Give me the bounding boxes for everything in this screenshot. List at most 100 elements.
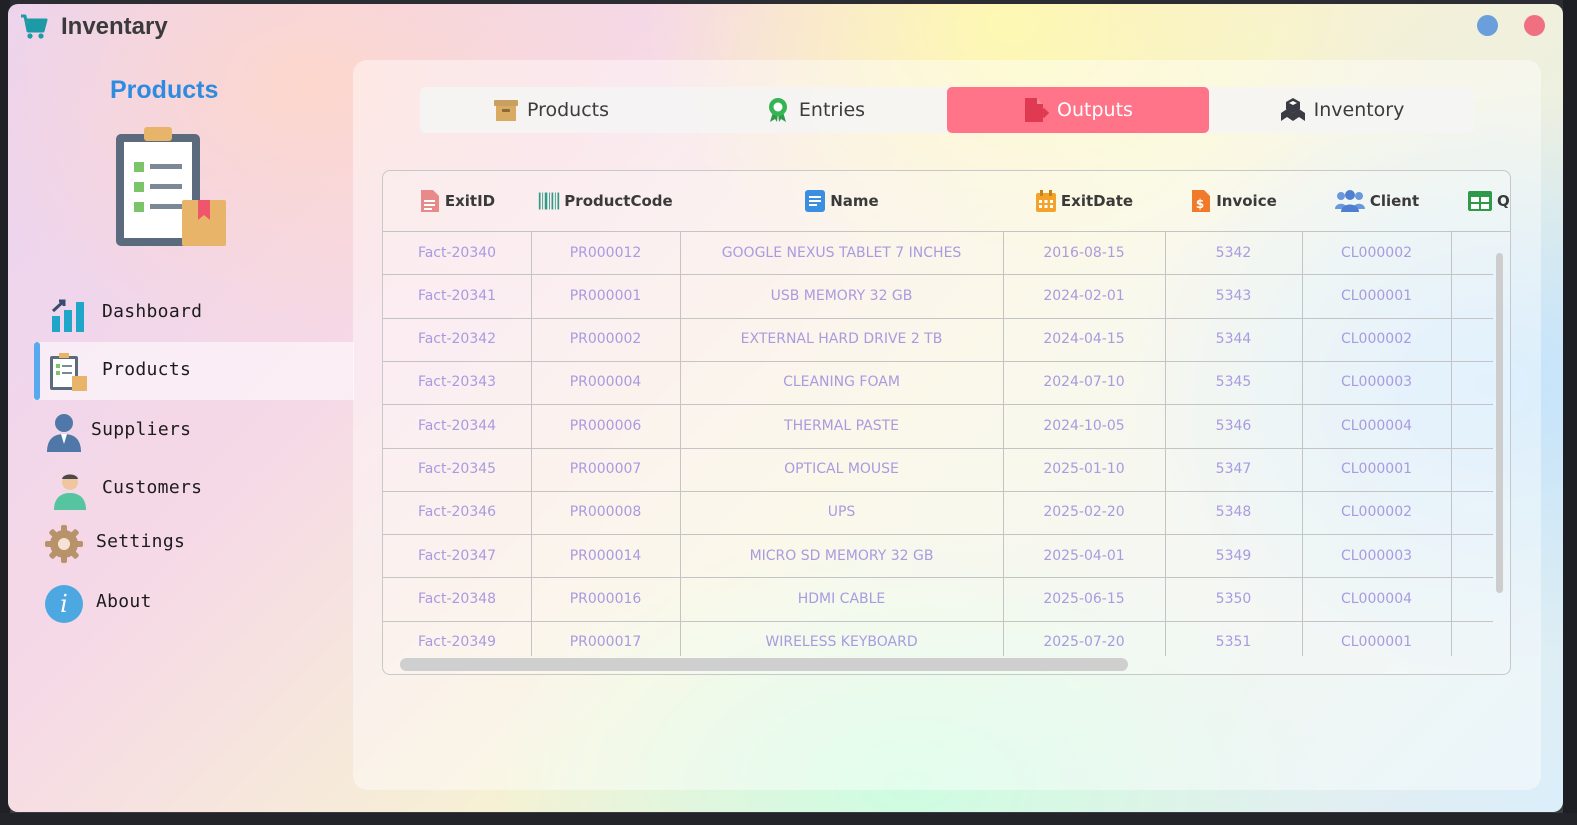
table-cell: PR000007 [569,461,642,477]
table-cell: PR000001 [569,287,642,304]
sidebar-item-customers[interactable]: Customers [34,460,354,518]
table-cell: WIRELESS KEYBOARD [765,634,918,651]
sidebar-section-title: Products [110,76,219,104]
info-icon: i [45,585,83,623]
column-label: Q [1497,192,1510,210]
barcode-icon [539,192,560,210]
table-row[interactable]: Fact-20340 PR000012 GOOGLE NEXUS TABLET 7 … [383,231,1493,274]
table-column-divider [680,231,681,656]
table-cell: CL000001 [1340,461,1413,477]
document-icon [420,190,439,212]
column-header-name[interactable]: Name [680,171,1003,231]
customer-person-icon [54,474,86,510]
tab-outputs[interactable]: Outputs [947,87,1209,133]
tab-entries[interactable]: Entries [684,87,946,133]
table-row[interactable]: Fact-20341 PR000001 USB MEMORY 32 GB 2024-0… [383,274,1493,317]
tab-products[interactable]: Products [420,87,682,133]
file-export-icon [1025,98,1050,122]
table-cell: 5350 [1215,590,1252,607]
svg-text:$: $ [1196,197,1204,211]
sidebar-item-label: Customers [102,477,203,498]
table-cell: CL000002 [1340,331,1413,348]
sidebar-item-products[interactable]: Products [34,342,354,400]
title-bar[interactable]: Inventary [8,4,1563,50]
sidebar-item-dashboard[interactable]: Dashboard [34,284,354,342]
table-cell: 5343 [1215,287,1252,304]
sidebar-item-about[interactable]: i About [34,574,354,632]
table-cell [1451,621,1510,656]
column-header-exitdate[interactable]: ExitDate [1003,171,1165,231]
table-cell: USB MEMORY 32 GB [770,287,913,304]
desktop-bottom-strip [0,813,1577,825]
table-cell: Fact-20349 [417,634,497,651]
table-column-divider [1451,231,1452,656]
table-cell: PR000008 [569,504,642,521]
table-cell: UPS [827,504,856,521]
table-cell: OPTICAL MOUSE [784,461,899,477]
table-cell: 5351 [1215,634,1252,651]
table-cell: 2024-04-15 [1043,331,1125,348]
sidebar-item-label: Dashboard [102,301,203,322]
table-header: ExitID ProductCode Name ExitDate $ Invoi… [383,171,1510,231]
sidebar-item-label: Suppliers [91,419,192,440]
table-body: Fact-20340 PR000012 GOOGLE NEXUS TABLET 7 … [383,231,1510,656]
minimize-button[interactable] [1477,15,1498,36]
table-cell: Fact-20343 [417,374,497,391]
table-cell: PR000017 [569,634,642,651]
tab-bar: Products Entries Outputs Inventory [420,87,1474,133]
table-cell: Fact-20345 [417,461,497,477]
table-cell: Fact-20344 [417,417,497,434]
clipboard-icon [50,353,87,391]
supplier-person-icon [47,414,81,452]
close-button[interactable] [1524,15,1545,36]
tab-label: Entries [798,99,866,121]
sidebar-item-settings[interactable]: Settings [34,514,354,572]
table-row[interactable]: Fact-20343 PR000004 CLEANING FOAM 2024-07-1… [383,361,1493,404]
sidebar-item-suppliers[interactable]: Suppliers [34,402,354,460]
table-cell: 2024-10-05 [1043,417,1125,434]
table-column-divider [1003,231,1004,656]
table-cell: CL000003 [1340,374,1413,391]
table-cell: 2025-01-10 [1043,461,1125,477]
table-row[interactable]: Fact-20346 PR000008 UPS 2025-02-20 5348 CL000… [383,491,1493,534]
vertical-scrollbar[interactable] [1496,253,1503,593]
column-header-client[interactable]: Client [1302,171,1451,231]
sidebar-item-label: Settings [96,531,186,552]
bar-chart-icon [51,299,84,332]
box-icon [493,100,518,121]
column-header-exitid[interactable]: ExitID [383,171,531,231]
column-label: Name [830,192,879,210]
table-cell: Fact-20346 [417,504,497,521]
tab-inventory[interactable]: Inventory [1211,87,1473,133]
table-row[interactable]: Fact-20349 PR000017 WIRELESS KEYBOARD 2025-… [383,621,1493,656]
table-row[interactable]: Fact-20348 PR000016 HDMI CABLE 2025-06-15 53… [383,577,1493,620]
table-cell: Fact-20342 [417,331,497,348]
table-cell: Fact-20348 [417,590,497,607]
main-panel: Products Entries Outputs Inventory ExitI… [353,60,1541,790]
column-header-productcode[interactable]: ProductCode [531,171,680,231]
shopping-cart-icon [21,14,48,39]
column-header-invoice[interactable]: $ Invoice [1165,171,1302,231]
table-row[interactable]: Fact-20345 PR000007 OPTICAL MOUSE 2025-01-1… [383,448,1493,491]
column-header-quantity[interactable]: Q [1451,171,1510,231]
horizontal-scrollbar[interactable] [400,658,1128,671]
table-row[interactable]: Fact-20342 PR000002 EXTERNAL HARD DRIVE 2 … [383,318,1493,361]
sidebar-item-label: About [96,591,152,612]
invoice-icon: $ [1192,190,1211,212]
table-cell: 5346 [1215,417,1252,434]
table-cell: Fact-20341 [417,287,497,304]
table-row[interactable]: Fact-20347 PR000014 MICRO SD MEMORY 32 GB 2… [383,534,1493,577]
clipboard-box-icon [116,127,226,246]
ribbon-icon [768,98,787,122]
table-cell: 2025-04-01 [1043,547,1125,564]
gear-icon [45,525,83,563]
column-label: ExitID [444,192,496,210]
table-cell: 5342 [1215,244,1252,261]
table-cell: Fact-20347 [417,547,497,564]
calendar-icon [1035,190,1056,212]
table-column-divider [1165,231,1166,656]
table-row[interactable]: Fact-20344 PR000006 THERMAL PASTE 2024-10-0… [383,404,1493,447]
boxes-icon [1280,98,1305,121]
table-cell: PR000014 [569,547,642,564]
table-cell: CL000001 [1340,634,1413,651]
